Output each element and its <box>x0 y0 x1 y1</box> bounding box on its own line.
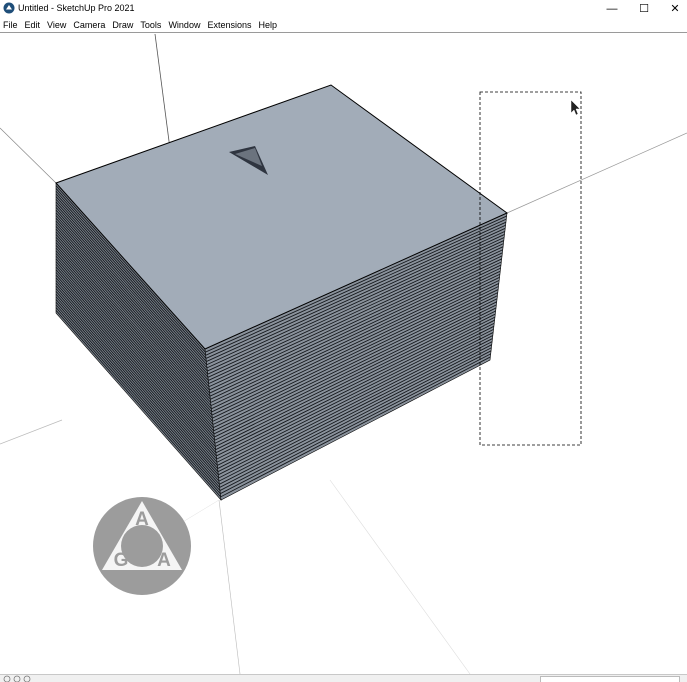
model-scene[interactable]: A G A <box>0 34 687 674</box>
axis-line-red <box>506 132 687 214</box>
guide-line <box>329 479 471 674</box>
axis-line-green <box>0 127 57 184</box>
info-icon[interactable] <box>3 675 11 682</box>
minimize-button[interactable]: — <box>600 0 624 17</box>
title-bar: Untitled - SketchUp Pro 2021 — ☐ ✕ <box>0 0 687 17</box>
window-title: Untitled - SketchUp Pro 2021 <box>18 3 135 13</box>
menu-view[interactable]: View <box>47 20 66 30</box>
status-icons <box>3 675 31 682</box>
menu-extensions[interactable]: Extensions <box>207 20 251 30</box>
logo-letter-a-top: A <box>135 509 149 530</box>
credits-icon[interactable] <box>23 675 31 682</box>
menu-window[interactable]: Window <box>168 20 200 30</box>
axis-line-blue-negative <box>218 499 241 674</box>
sketchup-app-icon <box>3 2 15 14</box>
menu-file[interactable]: File <box>3 20 18 30</box>
aga-watermark-logo: A G A <box>93 497 191 595</box>
menu-tools[interactable]: Tools <box>140 20 161 30</box>
status-bar <box>0 674 687 682</box>
menu-draw[interactable]: Draw <box>112 20 133 30</box>
drawing-viewport[interactable]: A G A <box>0 34 687 674</box>
close-button[interactable]: ✕ <box>663 0 687 17</box>
axis-line-red-negative <box>0 419 63 445</box>
logo-letter-g: G <box>114 550 129 571</box>
maximize-button[interactable]: ☐ <box>632 0 656 17</box>
measurements-input[interactable] <box>540 676 680 682</box>
menu-bar: File Edit View Camera Draw Tools Window … <box>0 17 687 33</box>
logo-letter-a-right: A <box>157 550 171 571</box>
menu-help[interactable]: Help <box>258 20 277 30</box>
arrow-cursor-icon <box>570 99 581 116</box>
geo-location-icon[interactable] <box>13 675 21 682</box>
menu-camera[interactable]: Camera <box>73 20 105 30</box>
menu-edit[interactable]: Edit <box>25 20 41 30</box>
